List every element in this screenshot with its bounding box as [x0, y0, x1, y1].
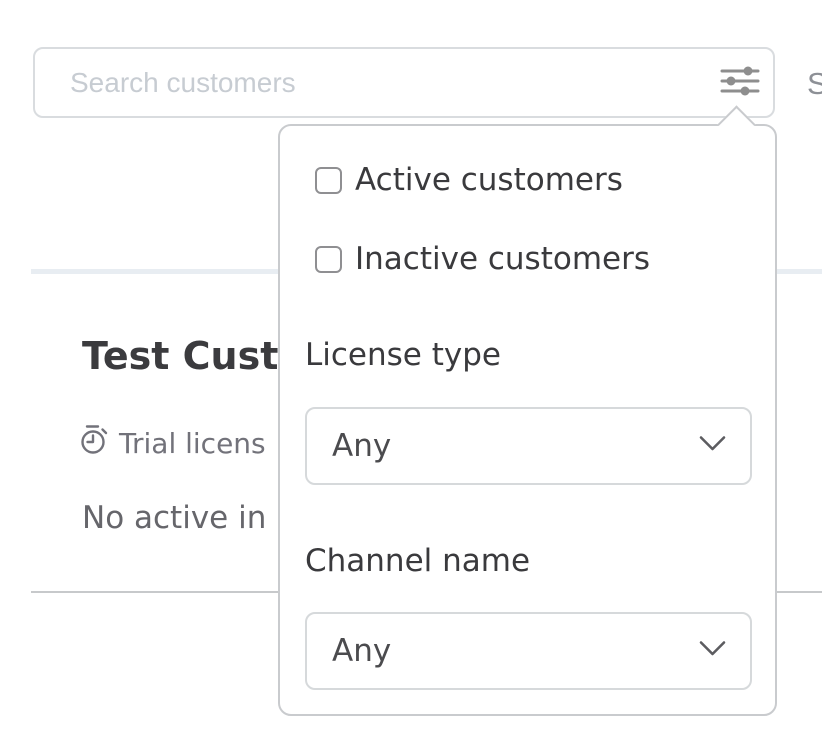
- chevron-down-icon: [699, 436, 726, 457]
- active-customers-checkbox[interactable]: [315, 167, 342, 194]
- filter-option-active-customers[interactable]: Active customers: [315, 162, 623, 198]
- filter-button[interactable]: [718, 63, 762, 103]
- sort-label-partial[interactable]: S: [807, 66, 822, 102]
- select-value: Any: [332, 428, 391, 464]
- license-type-select[interactable]: Any: [305, 407, 752, 485]
- chevron-down-icon: [699, 641, 726, 662]
- search-input[interactable]: [35, 49, 773, 116]
- inactive-customers-checkbox[interactable]: [315, 246, 342, 273]
- channel-name-label: Channel name: [305, 543, 530, 579]
- filter-option-inactive-customers[interactable]: Inactive customers: [315, 241, 650, 277]
- license-type-text: Trial licens: [119, 427, 266, 460]
- customer-status-text: No active in: [82, 500, 266, 536]
- customer-name-heading: Test Cust: [82, 334, 278, 378]
- search-box: [33, 47, 775, 118]
- sliders-icon: [720, 63, 760, 102]
- filter-popover: Active customers Inactive customers Lice…: [278, 124, 777, 716]
- checkbox-label[interactable]: Active customers: [355, 162, 623, 198]
- checkbox-label[interactable]: Inactive customers: [355, 241, 650, 277]
- license-type-label: License type: [305, 337, 501, 373]
- stopwatch-icon: [79, 423, 109, 463]
- select-value: Any: [332, 633, 391, 669]
- channel-name-select[interactable]: Any: [305, 612, 752, 690]
- license-row: Trial licens: [79, 423, 266, 463]
